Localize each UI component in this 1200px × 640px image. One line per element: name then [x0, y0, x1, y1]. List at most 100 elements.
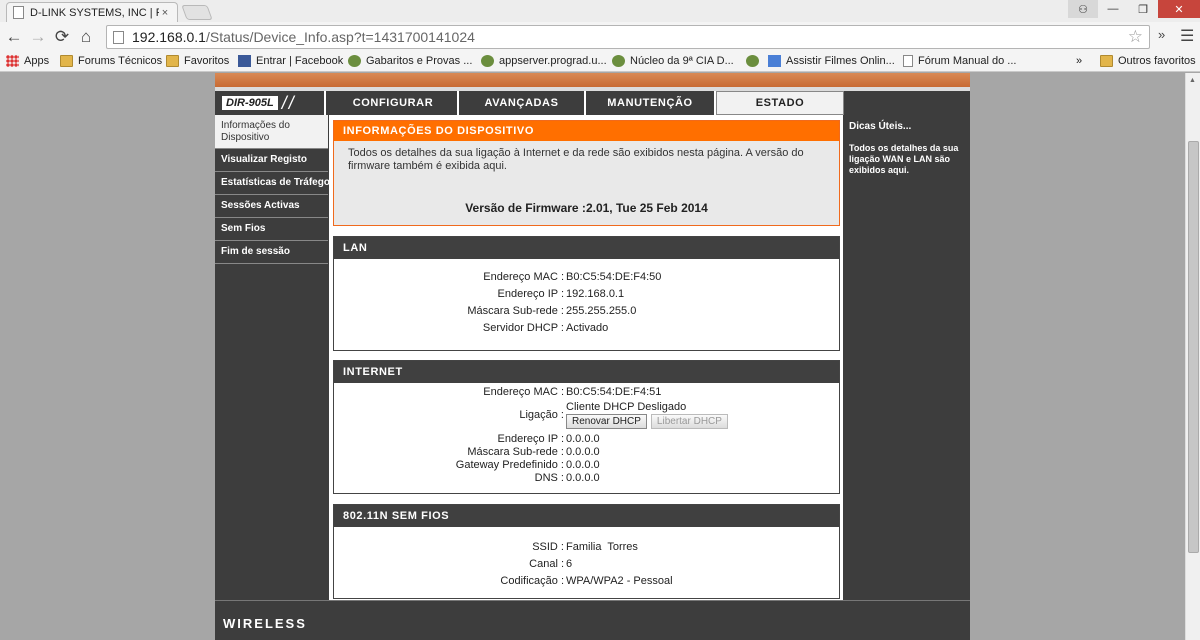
- reload-icon[interactable]: ⟳: [50, 25, 74, 49]
- browser-toolbar: ← → ⟳ ⌂ 192.168.0.1/Status/Device_Info.a…: [0, 22, 1200, 52]
- top-navigation: CONFIGURAR AVANÇADAS MANUTENÇÃO ESTADO: [329, 91, 844, 115]
- tab-configurar[interactable]: CONFIGURAR: [329, 91, 459, 115]
- bookmark-favoritos[interactable]: Favoritos: [166, 55, 229, 67]
- hints-title: Dicas Úteis...: [849, 121, 912, 132]
- bookmarks-overflow-icon[interactable]: »: [1076, 55, 1082, 67]
- field-value: 192.168.0.1: [566, 288, 625, 300]
- tab-close-icon[interactable]: ×: [159, 7, 171, 19]
- home-icon[interactable]: ⌂: [74, 25, 98, 49]
- field-value: 0.0.0.0: [566, 446, 600, 458]
- section-title: 802.11N SEM FIOS: [334, 505, 839, 527]
- slash-decoration: //: [281, 92, 296, 113]
- bookmark-forums[interactable]: Forums Técnicos: [60, 55, 162, 67]
- wan-mac-row: Endereço MAC : B0:C5:54:DE:F4:51: [334, 386, 839, 399]
- scroll-up-icon[interactable]: ▲: [1189, 77, 1196, 84]
- sidebar-item-sessions[interactable]: Sessões Activas: [215, 195, 328, 218]
- model-label: DIR-905L //: [216, 91, 326, 115]
- field-value: WPA/WPA2 - Pessoal: [566, 575, 673, 587]
- device-info-section: INFORMAÇÕES DO DISPOSITIVO Todos os deta…: [333, 120, 840, 226]
- field-value: B0:C5:54:DE:F4:50: [566, 271, 662, 283]
- folder-icon: [166, 55, 179, 67]
- connection-value: Cliente DHCP Desligado Renovar DHCP Liber…: [566, 401, 839, 430]
- device-info-intro: Todos os detalhes da sua ligação à Inter…: [348, 147, 804, 172]
- field-label: Endereço MAC :: [483, 386, 564, 398]
- close-window-icon[interactable]: ✕: [1158, 0, 1200, 18]
- field-value: Activado: [566, 322, 609, 334]
- bookmark-star-icon[interactable]: ☆: [1128, 27, 1143, 47]
- field-value: 255.255.255.0: [566, 305, 637, 317]
- renew-dhcp-button[interactable]: Renovar DHCP: [566, 414, 647, 429]
- bookmark-nucleo[interactable]: Núcleo da 9ª CIA D...: [612, 55, 734, 67]
- section-title: INTERNET: [334, 361, 839, 383]
- site-icon: [481, 55, 494, 67]
- router-page: DIR-905L // CONFIGURAR AVANÇADAS MANUTEN…: [215, 73, 970, 640]
- field-label: Codificação :: [500, 575, 564, 587]
- new-tab-button[interactable]: [181, 5, 213, 20]
- minimize-icon[interactable]: —: [1098, 0, 1128, 18]
- wan-ip-row: Endereço IP :0.0.0.0: [334, 433, 839, 446]
- channel-row: Canal :6: [334, 556, 839, 573]
- browser-tab[interactable]: D-LINK SYSTEMS, INC | R( ×: [6, 2, 178, 22]
- bookmark-apps[interactable]: Apps: [6, 55, 49, 67]
- field-label: Ligação :: [519, 409, 564, 421]
- maximize-icon[interactable]: ❐: [1128, 0, 1158, 18]
- tab-manutencao[interactable]: MANUTENÇÃO: [586, 91, 716, 115]
- section-title: LAN: [334, 237, 839, 259]
- forward-icon[interactable]: →: [26, 25, 50, 49]
- lan-mask-row: Máscara Sub-rede :255.255.255.0: [334, 303, 839, 320]
- menu-icon[interactable]: ☰: [1180, 26, 1194, 46]
- facebook-icon: [238, 55, 251, 67]
- field-value: 0.0.0.0: [566, 433, 600, 445]
- extensions-overflow-icon[interactable]: »: [1158, 27, 1165, 42]
- field-label: Endereço IP :: [497, 288, 564, 300]
- topnav-filler: [844, 91, 970, 115]
- encryption-row: Codificação : WPA/WPA2 - Pessoal: [334, 573, 839, 590]
- window-controls: ⚇ — ❐ ✕: [1068, 0, 1200, 18]
- vertical-scrollbar[interactable]: ▲: [1185, 73, 1200, 640]
- lan-fields: Endereço MAC : B0:C5:54:DE:F4:50 Endereço…: [334, 259, 839, 337]
- bookmark-forum-manual[interactable]: Fórum Manual do ...: [903, 55, 1016, 67]
- bookmark-gabaritos[interactable]: Gabaritos e Provas ...: [348, 55, 472, 67]
- wireless-section: 802.11N SEM FIOS SSID : Familia Torres Ca…: [333, 504, 840, 599]
- field-label: Canal :: [529, 558, 564, 570]
- section-title: INFORMAÇÕES DO DISPOSITIVO: [334, 121, 839, 141]
- model-name: DIR-905L: [222, 96, 278, 110]
- ssid-row: SSID : Familia Torres: [334, 539, 839, 556]
- tab-avancadas[interactable]: AVANÇADAS: [459, 91, 586, 115]
- field-label: Máscara Sub-rede :: [467, 446, 564, 458]
- connection-status: Cliente DHCP Desligado: [566, 401, 687, 413]
- folder-icon: [60, 55, 73, 67]
- field-value: 0.0.0.0: [566, 459, 600, 471]
- google-icon: [768, 55, 781, 67]
- field-label: SSID :: [532, 541, 564, 553]
- sidebar-item-device-info[interactable]: Informações do Dispositivo: [215, 115, 328, 149]
- sidebar-item-wireless[interactable]: Sem Fios: [215, 218, 328, 241]
- bookmark-filmes[interactable]: Assistir Filmes Onlin...: [768, 55, 895, 67]
- header-banner: [215, 73, 970, 87]
- wan-connection-row: Ligação : Cliente DHCP Desligado Renovar…: [334, 401, 839, 430]
- release-dhcp-button[interactable]: Libertar DHCP: [650, 414, 728, 429]
- firmware-label: Versão de Firmware :: [465, 201, 586, 215]
- sidebar-item-logout[interactable]: Fim de sessão: [215, 241, 328, 264]
- address-bar[interactable]: 192.168.0.1/Status/Device_Info.asp?t=143…: [106, 25, 1150, 49]
- wan-mask-row: Máscara Sub-rede :0.0.0.0: [334, 446, 839, 459]
- bookmark-facebook[interactable]: Entrar | Facebook: [238, 55, 343, 67]
- field-value: Familia Torres: [566, 541, 638, 553]
- field-label: Servidor DHCP :: [482, 322, 564, 334]
- scrollbar-thumb[interactable]: [1188, 141, 1199, 553]
- bookmark-outros[interactable]: Outros favoritos: [1100, 55, 1196, 67]
- bookmark-site[interactable]: [746, 55, 764, 67]
- main-content: INFORMAÇÕES DO DISPOSITIVO Todos os deta…: [329, 115, 843, 600]
- sidebar: Informações do Dispositivo Visualizar Re…: [215, 115, 330, 600]
- field-value: 6: [566, 558, 573, 570]
- lan-ip-row: Endereço IP :192.168.0.1: [334, 286, 839, 303]
- site-icon: [612, 55, 625, 67]
- bookmark-appserver[interactable]: appserver.prograd.u...: [481, 55, 607, 67]
- page-icon: [113, 30, 124, 44]
- tab-estado[interactable]: ESTADO: [716, 91, 844, 115]
- sidebar-item-traffic[interactable]: Estatísticas de Tráfego: [215, 172, 330, 195]
- sidebar-item-log[interactable]: Visualizar Registo: [215, 149, 328, 172]
- back-icon[interactable]: ←: [2, 25, 26, 49]
- folder-icon: [1100, 55, 1113, 67]
- user-icon[interactable]: ⚇: [1068, 0, 1098, 18]
